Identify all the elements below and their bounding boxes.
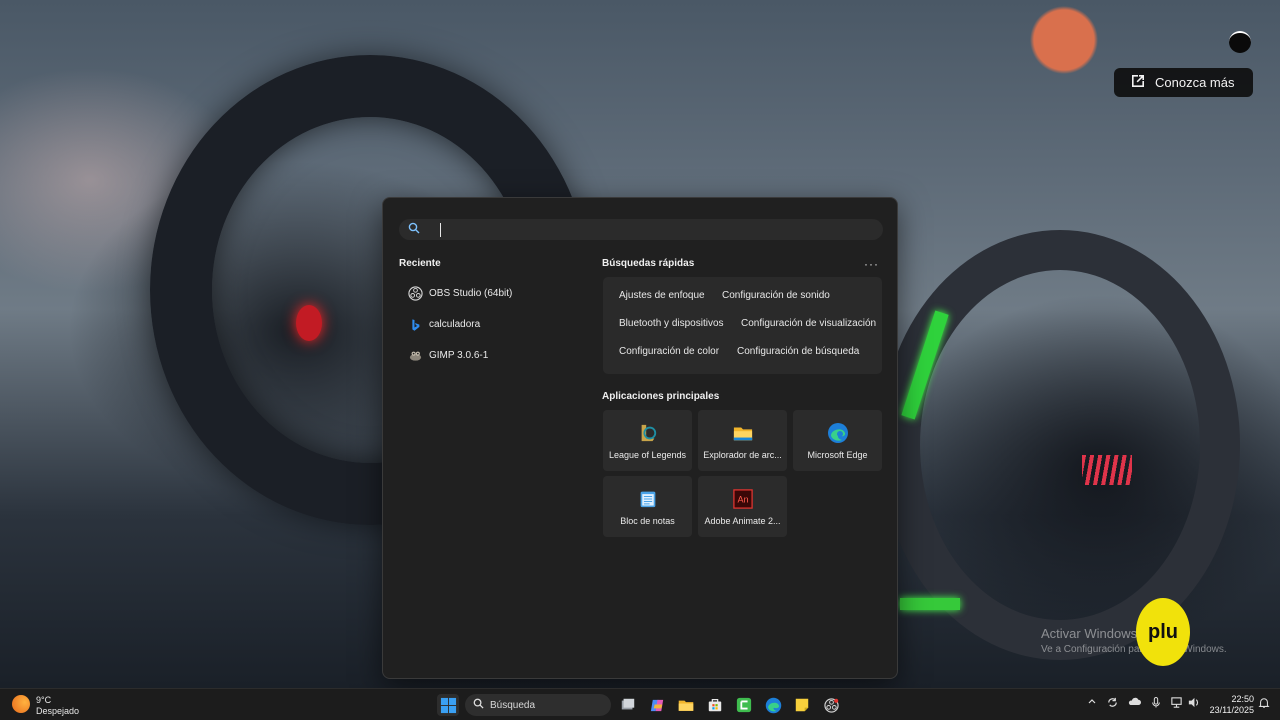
top-apps-title: Aplicaciones principales	[602, 391, 720, 402]
recent-item-gimp[interactable]: GIMP 3.0.6-1	[399, 340, 589, 371]
recent-item-calculadora[interactable]: calculadora	[399, 309, 589, 340]
clock-date: 23/11/2025	[1209, 705, 1254, 715]
bing-icon	[407, 317, 423, 333]
camtasia-icon[interactable]	[733, 694, 755, 716]
app-tile-league-of-legends[interactable]: League of Legends	[603, 410, 692, 471]
weather-temperature: 9°C	[36, 695, 52, 705]
copilot-icon[interactable]	[646, 694, 668, 716]
windows-start-icon[interactable]	[437, 694, 459, 716]
chevron-up-icon[interactable]	[1087, 696, 1097, 709]
loading-spinner-icon	[1229, 31, 1251, 53]
gimp-icon	[407, 348, 423, 364]
recent-title: Reciente	[399, 258, 441, 269]
taskbar-clock[interactable]: 22:50 23/11/2025	[1206, 694, 1254, 716]
obs-icon	[407, 286, 423, 302]
recent-item-label: OBS Studio (64bit)	[429, 288, 513, 299]
edge-icon	[827, 422, 849, 444]
open-external-icon	[1129, 72, 1147, 93]
learn-more-button[interactable]: Conozca más	[1114, 68, 1253, 97]
activate-windows-subtitle: Ve a Configuración para activar Windows.	[1041, 644, 1227, 655]
weather-widget[interactable]: 9°C Despejado	[12, 693, 79, 717]
league-of-legends-icon	[637, 422, 659, 444]
notification-icon[interactable]	[1258, 697, 1270, 712]
file-explorer-icon	[732, 422, 754, 444]
quick-searches-box: Ajustes de enfoque Configuración de soni…	[603, 277, 882, 374]
notepad-icon	[637, 488, 659, 510]
quick-search-chip[interactable]: Ajustes de enfoque	[612, 285, 712, 307]
store-icon[interactable]	[704, 694, 726, 716]
clock-time: 22:50	[1231, 694, 1254, 704]
taskbar-search-label: Búsqueda	[490, 699, 536, 711]
quick-searches-title: Búsquedas rápidas	[602, 258, 695, 269]
recent-item-label: GIMP 3.0.6-1	[429, 350, 489, 361]
app-tile-label: Adobe Animate 2...	[704, 516, 781, 526]
plu-logo-badge: plu	[1136, 598, 1190, 666]
search-input[interactable]	[440, 222, 860, 237]
weather-sun-icon	[12, 695, 30, 713]
wallpaper-red-light	[296, 305, 322, 341]
recent-list: OBS Studio (64bit) calculadora GIMP 3.0.…	[399, 278, 589, 371]
app-tile-label: Explorador de arc...	[703, 450, 782, 460]
task-view-icon[interactable]	[617, 694, 639, 716]
quick-search-chip[interactable]: Configuración de búsqueda	[730, 341, 866, 363]
svg-text:An: An	[737, 495, 748, 505]
more-options-button[interactable]: ···	[864, 257, 879, 271]
quick-search-chip[interactable]: Configuración de visualización	[734, 313, 883, 335]
app-tile-label: Bloc de notas	[620, 516, 675, 526]
quick-search-chip[interactable]: Configuración de sonido	[715, 285, 837, 307]
app-tile-label: League of Legends	[608, 450, 687, 460]
search-box[interactable]	[399, 219, 883, 240]
recent-item-obs[interactable]: OBS Studio (64bit)	[399, 278, 589, 309]
search-icon	[408, 221, 420, 239]
search-icon	[473, 698, 484, 712]
network-icon[interactable]	[1170, 696, 1183, 712]
sync-icon[interactable]	[1106, 696, 1119, 712]
taskbar: 9°C Despejado Búsqueda 22:50 23/11/2025	[0, 688, 1280, 720]
wallpaper-gauge	[880, 230, 1240, 660]
activate-windows-watermark: Activar Windows Ve a Configuración para …	[1041, 626, 1227, 658]
wallpaper-green-bar	[900, 598, 960, 610]
app-tile-adobe-animate[interactable]: An Adobe Animate 2...	[698, 476, 787, 537]
adobe-animate-icon: An	[732, 488, 754, 510]
app-tile-microsoft-edge[interactable]: Microsoft Edge	[793, 410, 882, 471]
quick-search-chip[interactable]: Configuración de color	[612, 341, 726, 363]
sticky-notes-icon[interactable]	[791, 694, 813, 716]
app-tile-label: Microsoft Edge	[807, 450, 868, 460]
wallpaper-red-marks	[1082, 455, 1132, 485]
edge-icon[interactable]	[762, 694, 784, 716]
app-tile-notepad[interactable]: Bloc de notas	[603, 476, 692, 537]
obs-icon[interactable]	[820, 694, 842, 716]
weather-condition: Despejado	[36, 706, 80, 716]
file-explorer-icon[interactable]	[675, 694, 697, 716]
app-tile-file-explorer[interactable]: Explorador de arc...	[698, 410, 787, 471]
quick-search-chip[interactable]: Bluetooth y dispositivos	[612, 313, 731, 335]
search-panel: Reciente OBS Studio (64bit) calculadora …	[382, 197, 898, 679]
microphone-icon[interactable]	[1151, 696, 1161, 712]
learn-more-label: Conozca más	[1155, 75, 1235, 90]
volume-icon[interactable]	[1187, 696, 1200, 712]
taskbar-search[interactable]: Búsqueda	[465, 694, 611, 716]
onedrive-icon[interactable]	[1127, 696, 1141, 710]
recent-item-label: calculadora	[429, 319, 481, 330]
activate-windows-title: Activar Windows	[1041, 626, 1138, 641]
